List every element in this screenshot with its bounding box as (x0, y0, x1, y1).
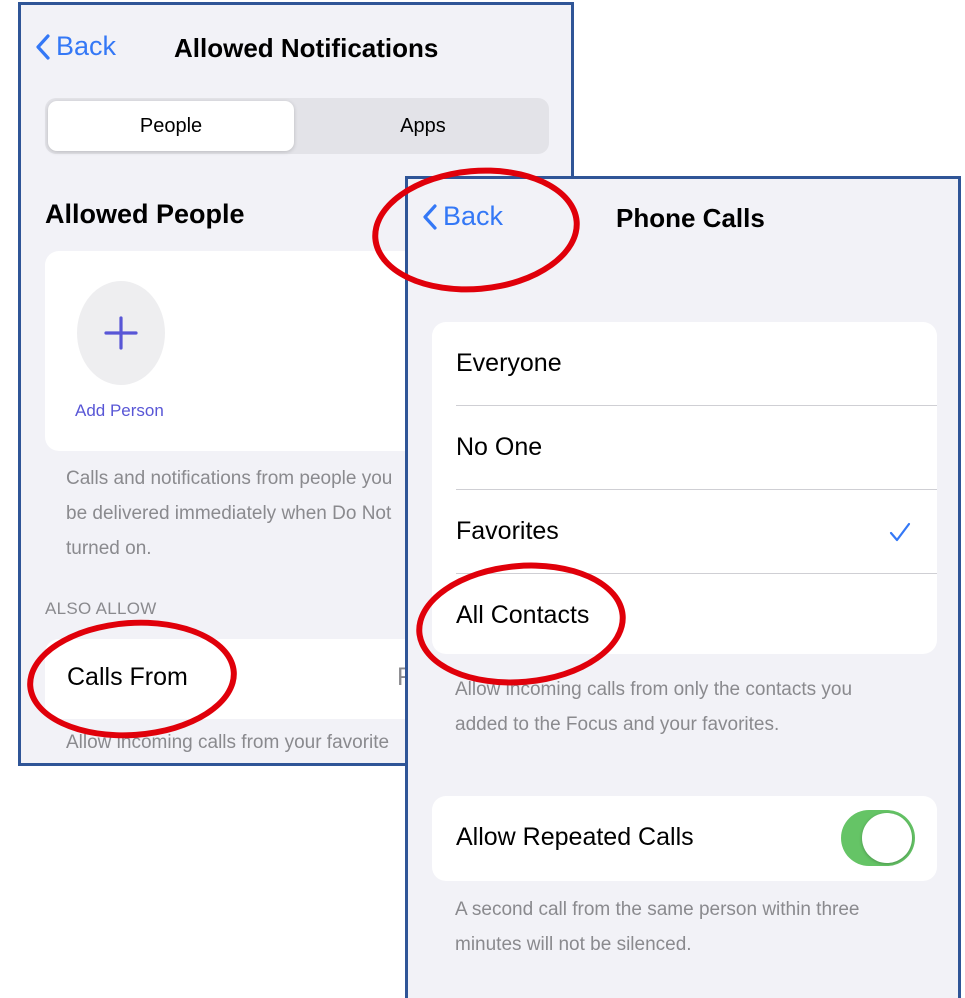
chevron-left-icon (36, 33, 50, 60)
back-button[interactable]: Back (35, 31, 116, 62)
allowed-people-footer: Calls and notifications from people you … (66, 461, 392, 566)
footer-line: minutes will not be silenced. (455, 934, 692, 955)
toggle-knob (862, 813, 912, 863)
plus-icon (104, 316, 138, 350)
add-person-button[interactable] (77, 281, 165, 385)
option-all-contacts[interactable]: All Contacts (432, 574, 937, 657)
option-no-one[interactable]: No One (432, 406, 937, 489)
option-favorites[interactable]: Favorites (432, 490, 937, 573)
option-label: Favorites (456, 517, 559, 545)
checkmark-icon (889, 522, 911, 541)
phone-calls-options-list: Everyone No One Favorites All Contacts (432, 322, 937, 654)
footer-line: Allow incoming calls from only the conta… (455, 679, 853, 700)
calls-from-label: Calls From (67, 663, 188, 691)
footer-line: A second call from the same person withi… (455, 899, 860, 920)
segment-apps[interactable]: Apps (300, 101, 546, 151)
segmented-control: People Apps (45, 98, 549, 154)
footer-line: be delivered immediately when Do Not (66, 503, 392, 524)
page-title: Phone Calls (616, 203, 765, 233)
footer-line: turned on. (66, 538, 152, 559)
footer-line: Calls and notifications from people you (66, 468, 393, 489)
calls-from-footer: Allow incoming calls from your favorite (66, 732, 390, 753)
repeated-calls-row: Allow Repeated Calls (432, 796, 937, 881)
repeated-calls-label: Allow Repeated Calls (456, 823, 694, 851)
page-title: Allowed Notifications (174, 33, 439, 63)
footer-line: added to the Focus and your favorites. (455, 714, 780, 735)
back-button[interactable]: Back (422, 201, 503, 232)
back-label: Back (443, 201, 504, 231)
back-label: Back (56, 31, 117, 61)
repeated-calls-toggle[interactable] (841, 810, 915, 866)
segment-people[interactable]: People (48, 101, 294, 151)
option-everyone[interactable]: Everyone (432, 322, 937, 405)
phone-calls-panel: Back Phone Calls Everyone No One Favorit… (405, 176, 961, 998)
also-allow-header: ALSO ALLOW (45, 599, 157, 618)
section-title-allowed-people: Allowed People (45, 199, 245, 229)
repeated-calls-footer: A second call from the same person withi… (455, 892, 859, 962)
option-label: All Contacts (456, 601, 590, 629)
option-label: No One (456, 433, 543, 461)
chevron-left-icon (423, 203, 437, 230)
option-label: Everyone (456, 349, 562, 377)
add-person-label: Add Person (75, 401, 164, 420)
options-footer: Allow incoming calls from only the conta… (455, 672, 852, 742)
